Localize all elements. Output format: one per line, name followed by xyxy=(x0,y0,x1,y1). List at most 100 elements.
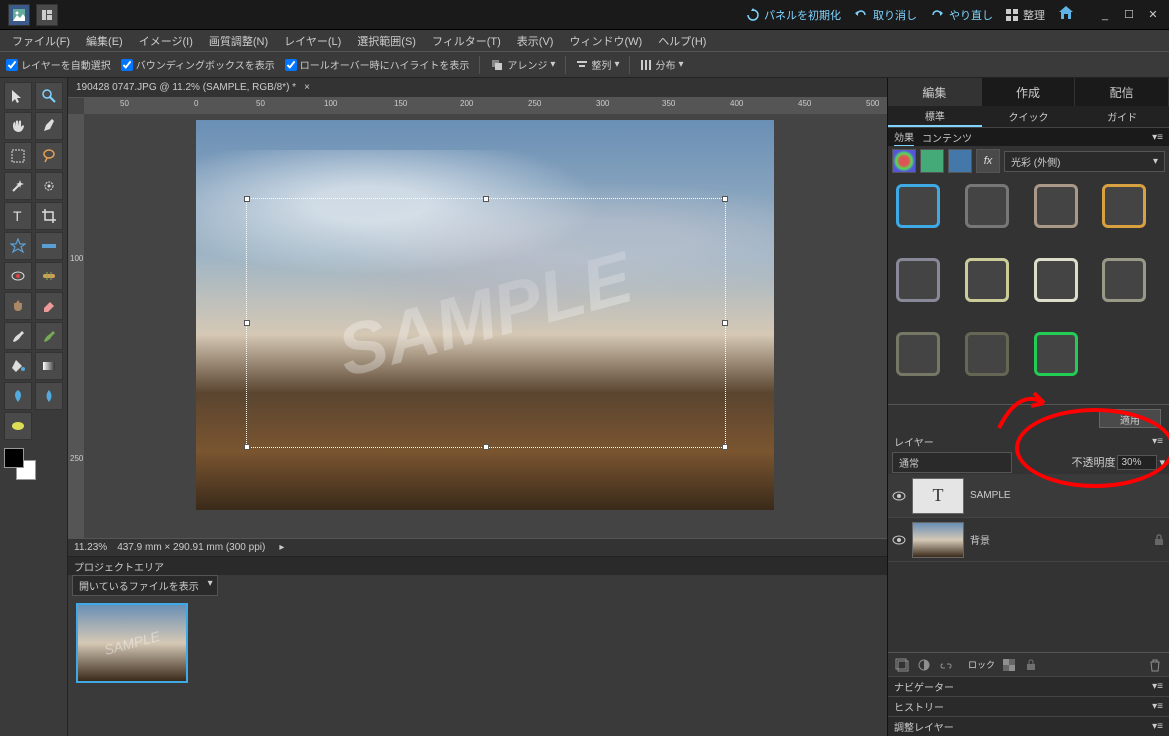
effect-swatch[interactable] xyxy=(1034,258,1078,302)
menu-layer[interactable]: レイヤー(L) xyxy=(278,31,347,51)
effects-tab[interactable]: 効果 xyxy=(894,129,914,146)
submode-standard[interactable]: 標準 xyxy=(888,106,982,127)
paint-bucket-tool[interactable] xyxy=(4,352,32,380)
handle-mid-right[interactable] xyxy=(722,320,728,326)
blur-tool[interactable] xyxy=(35,382,63,410)
red-eye-tool[interactable] xyxy=(4,262,32,290)
fx-photo-icon[interactable] xyxy=(948,149,972,173)
layout-menu[interactable] xyxy=(36,4,58,26)
cookie-cutter-tool[interactable] xyxy=(4,232,32,260)
healing-brush-tool[interactable] xyxy=(35,262,63,290)
reset-panels-button[interactable]: パネルを初期化 xyxy=(746,7,841,23)
zoom-tool[interactable] xyxy=(35,82,63,110)
brush-tool[interactable] xyxy=(4,322,32,350)
type-tool[interactable]: T xyxy=(4,202,32,230)
layer-row[interactable]: T SAMPLE xyxy=(888,474,1169,518)
auto-select-layer-checkbox[interactable]: レイヤーを自動選択 xyxy=(6,57,111,72)
content-tab[interactable]: コンテンツ xyxy=(922,130,972,145)
smart-brush-tool[interactable] xyxy=(35,322,63,350)
fx-styles-icon[interactable] xyxy=(920,149,944,173)
lock-transparent-icon[interactable] xyxy=(1001,657,1017,673)
fx-filters-icon[interactable] xyxy=(892,149,916,173)
handle-top-left[interactable] xyxy=(244,196,250,202)
effect-swatch[interactable] xyxy=(965,184,1009,228)
panel-menu-icon[interactable]: ▾≡ xyxy=(1152,436,1163,447)
undo-button[interactable]: 取り消し xyxy=(853,7,917,23)
apply-button[interactable]: 適用 xyxy=(1099,409,1161,428)
handle-top-mid[interactable] xyxy=(483,196,489,202)
sponge-tool[interactable] xyxy=(4,412,32,440)
panel-menu-icon[interactable]: ▾≡ xyxy=(1152,132,1163,143)
crop-tool[interactable] xyxy=(35,202,63,230)
layer-name[interactable]: SAMPLE xyxy=(970,490,1011,501)
organize-button[interactable]: 整理 xyxy=(1005,7,1045,23)
hand-tool[interactable] xyxy=(4,112,32,140)
new-layer-icon[interactable] xyxy=(894,657,910,673)
magic-wand-tool[interactable] xyxy=(4,172,32,200)
redo-button[interactable]: やり直し xyxy=(929,7,993,23)
color-swatches[interactable] xyxy=(4,448,40,484)
handle-bot-right[interactable] xyxy=(722,444,728,450)
visibility-icon[interactable] xyxy=(892,489,906,503)
straighten-tool[interactable] xyxy=(35,232,63,260)
handle-bot-mid[interactable] xyxy=(483,444,489,450)
lasso-tool[interactable] xyxy=(35,142,63,170)
minimize-button[interactable]: _ xyxy=(1097,7,1113,23)
layer-thumbnail[interactable]: T xyxy=(912,478,964,514)
eraser-tool[interactable] xyxy=(35,292,63,320)
move-tool[interactable] xyxy=(4,82,32,110)
menu-select[interactable]: 選択範囲(S) xyxy=(351,31,422,51)
fx-all-icon[interactable]: fx xyxy=(976,149,1000,173)
clone-stamp-tool[interactable] xyxy=(4,292,32,320)
align-dropdown[interactable]: 整列 ▾ xyxy=(576,57,619,72)
menu-view[interactable]: 表示(V) xyxy=(511,31,560,51)
home-icon[interactable] xyxy=(1057,4,1075,25)
effect-swatch[interactable] xyxy=(1034,332,1078,376)
document-tab[interactable]: 190428 0747.JPG @ 11.2% (SAMPLE, RGB/8*)… xyxy=(68,78,887,98)
menu-image[interactable]: イメージ(I) xyxy=(133,31,199,51)
effect-swatch[interactable] xyxy=(1034,184,1078,228)
submode-guided[interactable]: ガイド xyxy=(1075,106,1169,127)
project-bin-filter[interactable]: 開いているファイルを表示 ▾ xyxy=(72,575,218,596)
marquee-tool[interactable] xyxy=(4,142,32,170)
handle-mid-left[interactable] xyxy=(244,320,250,326)
canvas-viewport[interactable] xyxy=(84,114,887,538)
document-image[interactable] xyxy=(196,120,774,510)
distribute-dropdown[interactable]: 分布 ▾ xyxy=(640,57,683,72)
navigator-panel-collapsed[interactable]: ナビゲーター▾≡ xyxy=(888,676,1169,696)
menu-help[interactable]: ヘルプ(H) xyxy=(652,31,712,51)
effect-swatch[interactable] xyxy=(896,332,940,376)
effect-swatch[interactable] xyxy=(965,258,1009,302)
project-bin-thumbnail[interactable] xyxy=(76,603,188,683)
quick-selection-tool[interactable] xyxy=(35,172,63,200)
menu-filter[interactable]: フィルター(T) xyxy=(426,31,507,51)
shape-tool[interactable] xyxy=(4,382,32,410)
effect-swatch[interactable] xyxy=(965,332,1009,376)
menu-enhance[interactable]: 画質調整(N) xyxy=(203,31,274,51)
effect-swatch[interactable] xyxy=(1102,258,1146,302)
handle-bot-left[interactable] xyxy=(244,444,250,450)
mode-edit[interactable]: 編集 xyxy=(888,78,982,106)
delete-layer-icon[interactable] xyxy=(1147,657,1163,673)
submode-quick[interactable]: クイック xyxy=(982,106,1076,127)
link-layers-icon[interactable] xyxy=(938,657,954,673)
gradient-tool[interactable] xyxy=(35,352,63,380)
blend-mode-dropdown[interactable]: 通常 xyxy=(892,452,1012,473)
mode-share[interactable]: 配信 xyxy=(1075,78,1169,106)
layer-name[interactable]: 背景 xyxy=(970,532,990,547)
adjustment-layer-icon[interactable] xyxy=(916,657,932,673)
effect-swatch[interactable] xyxy=(1102,184,1146,228)
lock-all-icon[interactable] xyxy=(1023,657,1039,673)
show-bounding-box-checkbox[interactable]: バウンディングボックスを表示 xyxy=(121,57,275,72)
transform-bounding-box[interactable] xyxy=(246,198,726,448)
menu-window[interactable]: ウィンドウ(W) xyxy=(563,31,648,51)
arrange-dropdown[interactable]: アレンジ ▾ xyxy=(490,57,555,72)
adjustment-panel-collapsed[interactable]: 調整レイヤー▾≡ xyxy=(888,716,1169,736)
fx-category-dropdown[interactable]: 光彩 (外側)▾ xyxy=(1004,151,1165,172)
history-panel-collapsed[interactable]: ヒストリー▾≡ xyxy=(888,696,1169,716)
rollover-highlight-checkbox[interactable]: ロールオーバー時にハイライトを表示 xyxy=(285,57,470,72)
zoom-level[interactable]: 11.23% xyxy=(74,542,107,553)
close-tab-icon[interactable]: × xyxy=(304,82,310,93)
menu-edit[interactable]: 編集(E) xyxy=(80,31,129,51)
layer-thumbnail[interactable] xyxy=(912,522,964,558)
